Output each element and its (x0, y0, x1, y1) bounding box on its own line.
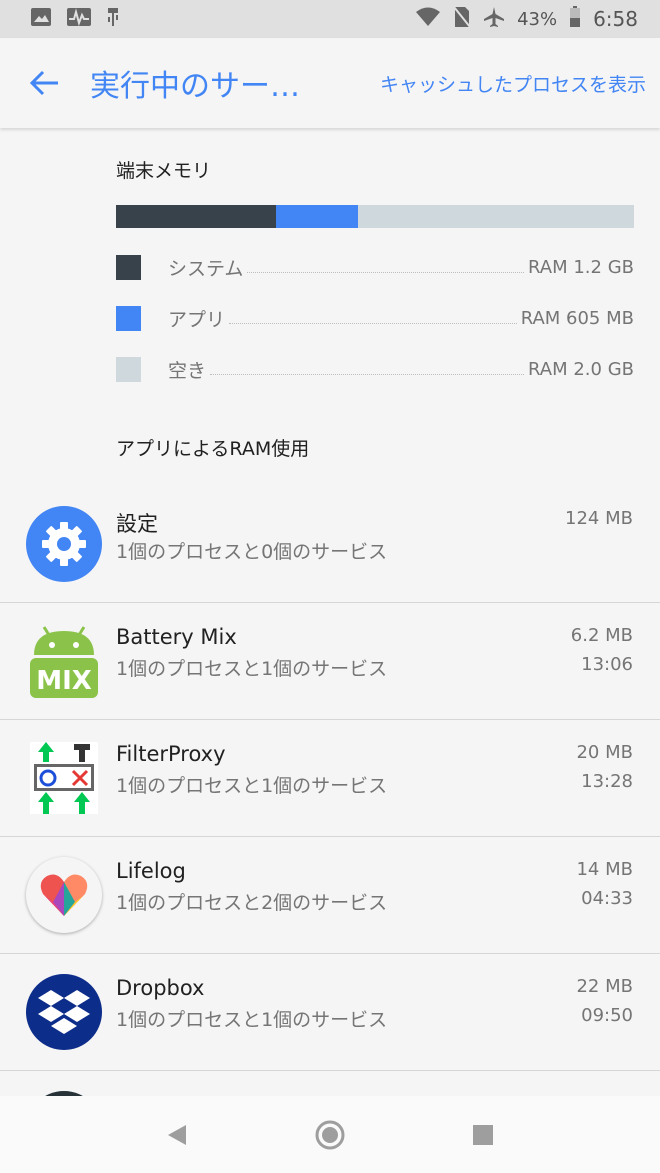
memory-usage-bar (116, 205, 634, 228)
process-service-count: 1個のプロセスと0個のサービス (116, 541, 388, 563)
app-name: 設定 (116, 512, 158, 536)
legend-system: システム RAM 1.2 GB (116, 252, 634, 282)
memory-usage: 20 MB (576, 742, 633, 763)
arrow-back-icon (30, 70, 58, 96)
dotted-leader (210, 363, 524, 375)
filterproxy-icon (26, 740, 102, 816)
battery-percent: 43% (517, 8, 558, 30)
show-cached-processes-button[interactable]: キャッシュしたプロセスを表示 (380, 70, 660, 97)
legend-swatch-free (116, 356, 141, 382)
running-time: 13:06 (581, 654, 633, 675)
running-time: 09:50 (581, 1005, 633, 1026)
legend-swatch-apps (116, 305, 141, 331)
back-icon (167, 1124, 186, 1145)
app-name: Battery Mix (116, 625, 237, 649)
legend-value: RAM 2.0 GB (528, 358, 634, 380)
memory-usage: 14 MB (576, 859, 633, 880)
memory-bar-system-segment (116, 205, 277, 228)
memory-bar-apps-segment (276, 205, 358, 228)
dropbox-icon (26, 974, 102, 1050)
legend-value: RAM 1.2 GB (528, 256, 634, 278)
legend-label: アプリ (168, 308, 226, 331)
airplane-mode-icon (483, 6, 505, 33)
clock: 6:58 (593, 7, 638, 31)
process-service-count: 1個のプロセスと1個のサービス (116, 1009, 388, 1031)
status-bar: 43% 6:58 (0, 0, 660, 38)
process-service-count: 1個のプロセスと1個のサービス (116, 775, 388, 797)
device-memory-title: 端末メモリ (116, 160, 212, 182)
lifelog-heart-icon (26, 857, 102, 933)
app-name: FilterProxy (116, 742, 226, 766)
nav-recents-button[interactable] (463, 1115, 503, 1155)
list-item[interactable]: Dropbox 1個のプロセスと1個のサービス 22 MB 09:50 (0, 954, 660, 1071)
ram-by-app-title: アプリによるRAM使用 (116, 438, 310, 460)
legend-apps: アプリ RAM 605 MB (116, 303, 634, 333)
legend-label: システム (168, 257, 244, 280)
mix-label: MIX (36, 666, 92, 696)
app-name: Lifelog (116, 859, 186, 883)
no-sim-icon (453, 5, 471, 33)
android-mix-icon: MIX (26, 623, 102, 699)
list-item[interactable]: MIX Battery Mix 1個のプロセスと1個のサービス 6.2 MB 1… (0, 603, 660, 720)
back-button[interactable] (0, 38, 90, 128)
process-service-count: 1個のプロセスと2個のサービス (116, 892, 388, 914)
list-item[interactable] (0, 1071, 660, 1096)
list-item[interactable]: Lifelog 1個のプロセスと2個のサービス 14 MB 04:33 (0, 837, 660, 954)
running-time: 13:28 (581, 771, 633, 792)
dotted-leader (247, 261, 524, 273)
running-time: 04:33 (581, 888, 633, 909)
running-services-content[interactable]: 端末メモリ システム RAM 1.2 GB アプリ RAM 605 MB 空き … (0, 128, 660, 1096)
memory-usage: 124 MB (565, 508, 633, 529)
app-bar: 実行中のサー… キャッシュしたプロセスを表示 (0, 38, 660, 128)
image-notification-icon (30, 7, 52, 31)
list-item[interactable]: 設定 1個のプロセスと0個のサービス 124 MB (0, 486, 660, 603)
activity-notification-icon (66, 7, 92, 31)
nav-home-button[interactable] (310, 1115, 350, 1155)
recents-icon (473, 1124, 494, 1145)
app-name: Dropbox (116, 976, 205, 1000)
battery-icon (569, 5, 581, 33)
page-title: 実行中のサー… (90, 69, 300, 104)
wifi-icon (415, 7, 441, 32)
legend-value: RAM 605 MB (520, 307, 634, 329)
memory-usage: 22 MB (576, 976, 633, 997)
usb-notification-icon (106, 7, 120, 31)
dotted-leader (229, 312, 517, 324)
legend-free: 空き RAM 2.0 GB (116, 354, 634, 384)
list-item[interactable]: FilterProxy 1個のプロセスと1個のサービス 20 MB 13:28 (0, 720, 660, 837)
memory-usage: 6.2 MB (570, 625, 633, 646)
legend-swatch-system (116, 254, 141, 280)
legend-label: 空き (168, 359, 207, 382)
nav-back-button[interactable] (157, 1115, 197, 1155)
app-list: 設定 1個のプロセスと0個のサービス 124 MB MIX Battery Mi… (0, 486, 660, 1096)
navigation-bar (0, 1096, 660, 1173)
settings-gear-icon (26, 506, 102, 582)
home-icon (315, 1120, 345, 1149)
process-service-count: 1個のプロセスと1個のサービス (116, 658, 388, 680)
